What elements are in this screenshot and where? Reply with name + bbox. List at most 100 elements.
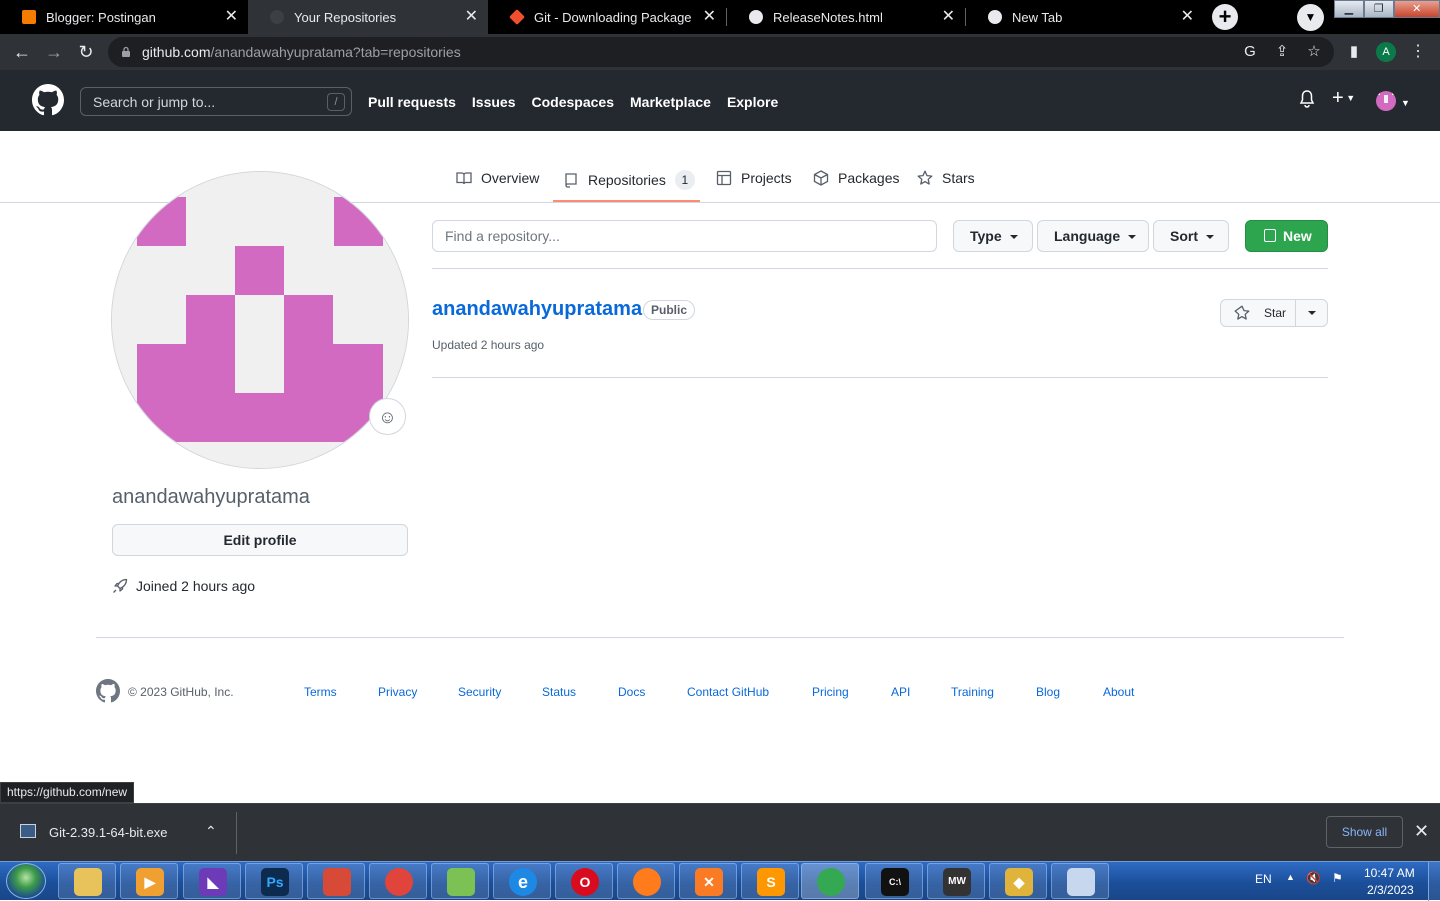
taskbar-chrome-active[interactable] bbox=[801, 863, 859, 899]
footer-link-about[interactable]: About bbox=[1103, 685, 1134, 699]
footer-link-privacy[interactable]: Privacy bbox=[378, 685, 417, 699]
footer-link-contact-github[interactable]: Contact GitHub bbox=[687, 685, 769, 699]
browser-tab-new-tab[interactable]: New Tab ✕ bbox=[966, 0, 1204, 34]
footer-link-api[interactable]: API bbox=[891, 685, 910, 699]
input-language[interactable]: EN bbox=[1255, 872, 1272, 886]
taskbar-sublime[interactable]: S bbox=[741, 863, 799, 899]
clock-date[interactable]: 2/3/2023 bbox=[1367, 883, 1414, 897]
footer-link-blog[interactable]: Blog bbox=[1036, 685, 1060, 699]
tab-repositories[interactable]: Repositories 1 bbox=[563, 170, 695, 190]
tab-search-button[interactable]: ▼ bbox=[1297, 4, 1324, 31]
taskbar-chrome[interactable] bbox=[369, 863, 427, 899]
tray-expand-icon[interactable]: ▲ bbox=[1286, 872, 1295, 882]
chrome-menu-icon[interactable]: ⋮ bbox=[1410, 42, 1426, 62]
clock-time[interactable]: 10:47 AM bbox=[1364, 866, 1415, 880]
nav-codespaces[interactable]: Codespaces bbox=[532, 94, 614, 110]
user-avatar-menu[interactable] bbox=[1376, 91, 1396, 111]
forward-arrow-icon[interactable]: → bbox=[43, 41, 65, 63]
new-label: New bbox=[1283, 228, 1312, 244]
find-repository-input[interactable] bbox=[432, 220, 937, 252]
create-new-dropdown[interactable]: + ▼ bbox=[1332, 88, 1355, 108]
close-tab-icon[interactable]: ✕ bbox=[225, 8, 238, 26]
footer-link-docs[interactable]: Docs bbox=[618, 685, 645, 699]
identicon-image bbox=[112, 172, 408, 468]
nav-pull-requests[interactable]: Pull requests bbox=[368, 94, 456, 110]
star-list-dropdown[interactable] bbox=[1296, 300, 1327, 326]
new-repository-button[interactable]: New bbox=[1245, 220, 1328, 252]
footer-link-terms[interactable]: Terms bbox=[304, 685, 337, 699]
footer-link-training[interactable]: Training bbox=[951, 685, 994, 699]
taskbar-ccleaner[interactable] bbox=[307, 863, 365, 899]
star-button[interactable]: Star bbox=[1221, 300, 1296, 326]
new-tab-button[interactable]: + bbox=[1212, 4, 1238, 30]
repo-count-badge: 1 bbox=[674, 170, 695, 190]
tab-stars[interactable]: Stars bbox=[917, 170, 975, 186]
notifications-bell-icon[interactable] bbox=[1299, 90, 1315, 114]
taskbar-internet-explorer[interactable]: e bbox=[493, 863, 551, 899]
bookmark-star-icon[interactable]: ☆ bbox=[1305, 43, 1323, 61]
download-file-name[interactable]: Git-2.39.1-64-bit.exe bbox=[49, 825, 168, 840]
taskbar-nfs[interactable]: MW bbox=[927, 863, 985, 899]
browser-tab-blogger[interactable]: Blogger: Postingan ✕ bbox=[0, 0, 248, 34]
side-panel-icon[interactable]: ▮ bbox=[1345, 43, 1363, 61]
footer-link-pricing[interactable]: Pricing bbox=[812, 685, 849, 699]
tab-projects[interactable]: Projects bbox=[716, 170, 792, 186]
back-arrow-icon[interactable]: ← bbox=[11, 41, 33, 63]
nav-marketplace[interactable]: Marketplace bbox=[630, 94, 711, 110]
taskbar-xampp[interactable]: ✕ bbox=[679, 863, 737, 899]
browser-tab-git-download[interactable]: Git - Downloading Package ✕ bbox=[488, 0, 726, 34]
profile-avatar[interactable] bbox=[111, 171, 409, 469]
show-all-downloads-button[interactable]: Show all bbox=[1326, 816, 1403, 848]
chrome-profile-avatar[interactable]: A bbox=[1376, 42, 1396, 62]
chevron-up-icon[interactable]: ⌃ bbox=[205, 823, 217, 840]
sort-button[interactable]: Sort bbox=[1153, 220, 1229, 252]
type-filter-button[interactable]: Type bbox=[953, 220, 1033, 252]
footer-link-security[interactable]: Security bbox=[458, 685, 501, 699]
tab-overview[interactable]: Overview bbox=[456, 170, 539, 186]
avatar-caret-down-icon[interactable]: ▼ bbox=[1401, 93, 1410, 113]
taskbar-git-gui[interactable]: ◆ bbox=[989, 863, 1047, 899]
nav-explore[interactable]: Explore bbox=[727, 94, 778, 110]
taskbar-photoshop[interactable]: Ps bbox=[245, 863, 303, 899]
browser-tab-release-notes[interactable]: ReleaseNotes.html ✕ bbox=[727, 0, 965, 34]
minimize-icon[interactable]: ▁ bbox=[1334, 0, 1364, 18]
repo-name-link[interactable]: anandawahyupratama bbox=[432, 298, 642, 321]
github-logo-icon[interactable] bbox=[32, 84, 64, 116]
close-tab-icon[interactable]: ✕ bbox=[942, 8, 955, 26]
reload-icon[interactable]: ↻ bbox=[75, 41, 97, 63]
tab-label: Repositories bbox=[588, 172, 666, 188]
close-tab-icon[interactable]: ✕ bbox=[1181, 8, 1194, 26]
taskbar-visual-studio[interactable]: ◣ bbox=[183, 863, 241, 899]
tab-packages[interactable]: Packages bbox=[813, 170, 899, 186]
volume-muted-icon[interactable]: 🔇 bbox=[1306, 871, 1321, 885]
nav-issues[interactable]: Issues bbox=[472, 94, 516, 110]
google-icon[interactable]: G bbox=[1241, 43, 1259, 61]
taskbar-explorer[interactable] bbox=[58, 863, 116, 899]
taskbar-media-player[interactable]: ▶ bbox=[120, 863, 178, 899]
windows-start-button[interactable] bbox=[6, 863, 46, 899]
edit-profile-button[interactable]: Edit profile bbox=[112, 524, 408, 556]
share-icon[interactable]: ⇪ bbox=[1273, 43, 1291, 61]
window-close-icon[interactable]: ✕ bbox=[1393, 0, 1440, 18]
set-status-smiley-icon[interactable]: ☺ bbox=[369, 398, 406, 435]
language-filter-button[interactable]: Language bbox=[1037, 220, 1149, 252]
taskbar-opera[interactable]: O bbox=[555, 863, 613, 899]
footer-link-status[interactable]: Status bbox=[542, 685, 576, 699]
restore-icon[interactable]: ❐ bbox=[1363, 0, 1394, 18]
action-center-flag-icon[interactable]: ⚑ bbox=[1332, 871, 1343, 885]
github-search-input[interactable]: Search or jump to... / bbox=[80, 87, 352, 116]
taskbar-paint[interactable] bbox=[1051, 863, 1109, 899]
show-desktop-button[interactable] bbox=[1428, 862, 1440, 901]
close-tab-icon[interactable]: ✕ bbox=[703, 8, 716, 26]
github-footer-logo-icon[interactable] bbox=[96, 679, 120, 703]
close-tab-icon[interactable]: ✕ bbox=[465, 8, 478, 26]
taskbar-notepad[interactable] bbox=[431, 863, 489, 899]
plus-icon: + bbox=[1332, 87, 1344, 109]
browser-tab-your-repositories[interactable]: Your Repositories ✕ bbox=[248, 0, 488, 34]
taskbar-cmd[interactable]: C:\ bbox=[865, 863, 923, 899]
xampp-icon: ✕ bbox=[695, 868, 723, 896]
taskbar-firefox[interactable] bbox=[617, 863, 675, 899]
close-download-shelf-icon[interactable]: ✕ bbox=[1414, 820, 1429, 842]
address-bar[interactable]: github.com/anandawahyupratama?tab=reposi… bbox=[108, 37, 1334, 67]
lock-icon[interactable] bbox=[121, 46, 131, 57]
